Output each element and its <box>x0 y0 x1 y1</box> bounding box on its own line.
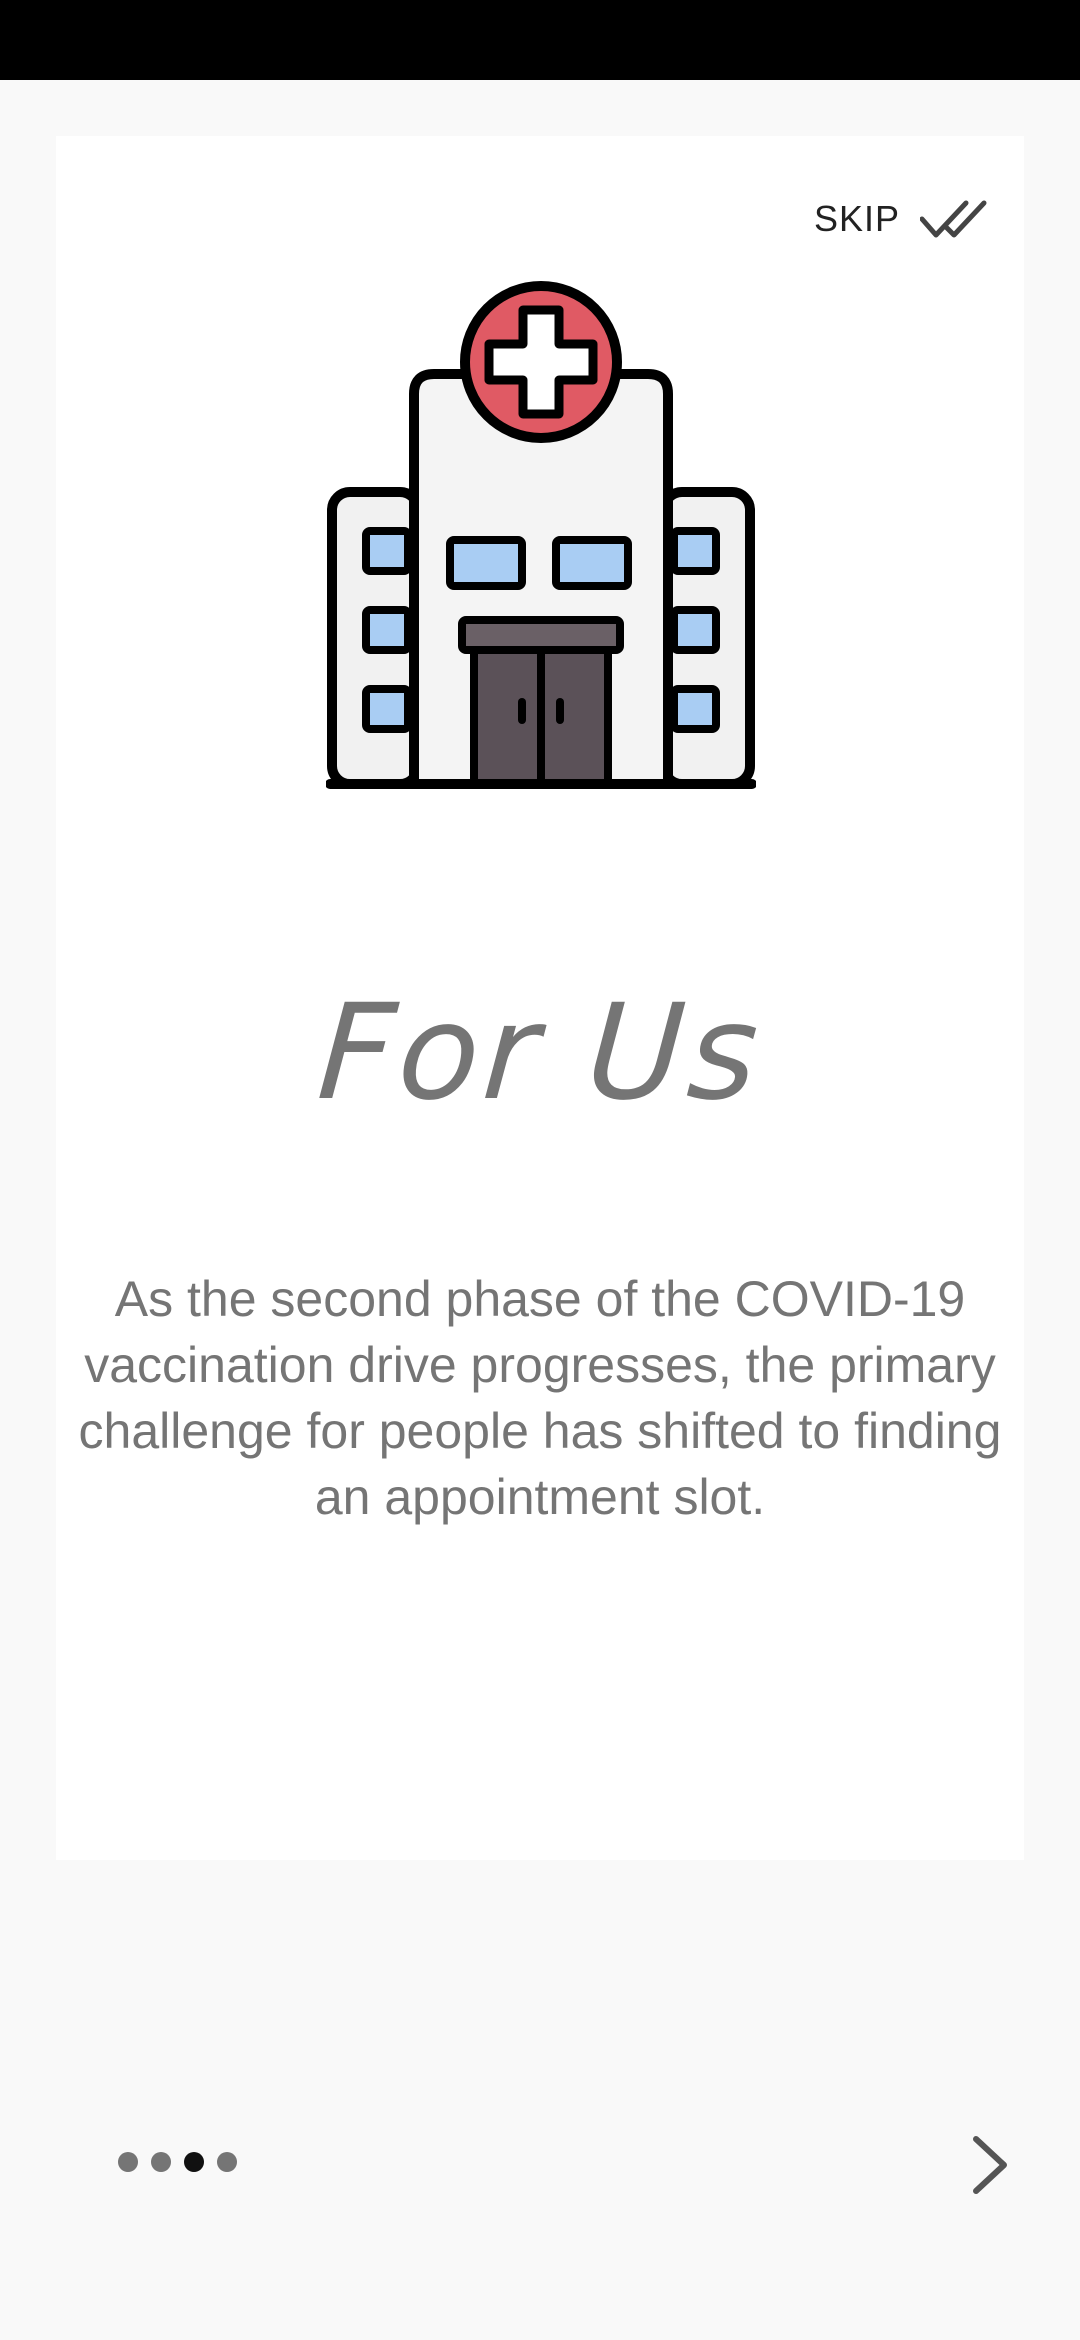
page-dot-1 <box>118 2152 138 2172</box>
skip-button[interactable]: SKIP <box>802 174 1000 264</box>
skip-label: SKIP <box>813 198 900 239</box>
next-button[interactable] <box>950 2130 1030 2200</box>
page-dot-3-active <box>184 2152 204 2172</box>
page-description: As the second phase of the COVID-19 vacc… <box>78 1271 1002 1525</box>
page-dot-2 <box>151 2152 171 2172</box>
double-check-icon <box>920 200 987 238</box>
page-dot-4 <box>217 2152 237 2172</box>
chevron-right-icon <box>973 2136 1007 2194</box>
status-bar <box>0 0 1080 80</box>
page-title: For Us <box>313 976 767 1130</box>
page-indicator <box>118 2152 237 2172</box>
onboarding-card: SKIP For Us As the second phase of the C… <box>56 136 1024 1860</box>
hospital-building-icon <box>326 281 756 789</box>
